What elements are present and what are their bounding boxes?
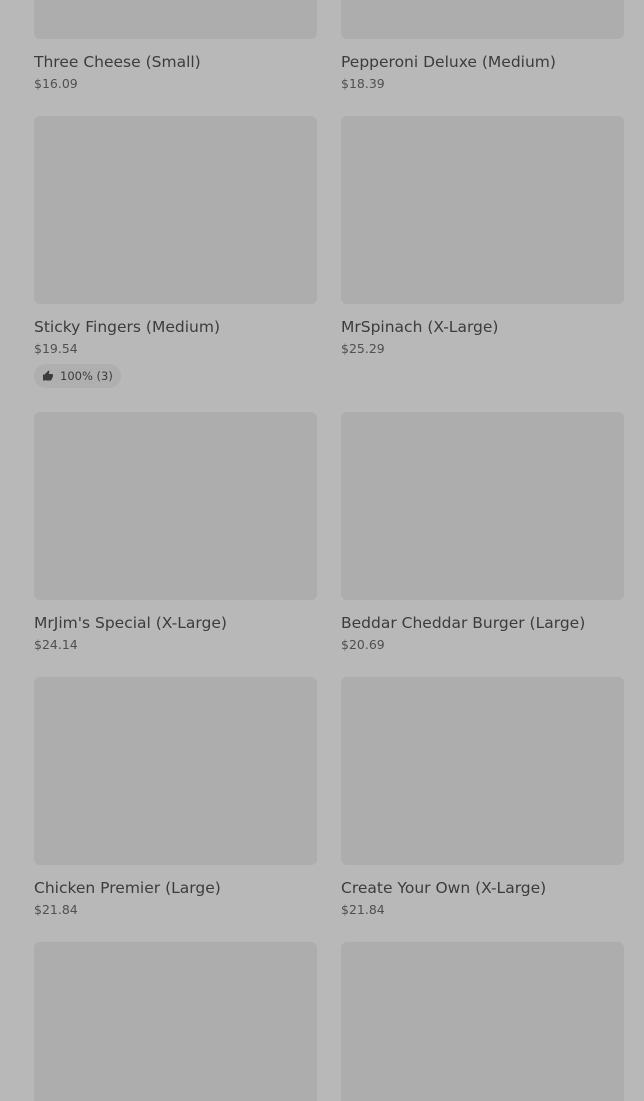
menu-item-image[interactable]: [34, 677, 317, 865]
menu-item-image[interactable]: [34, 942, 317, 1101]
menu-item-price: $21.84: [341, 902, 385, 917]
menu-page: Three Cheese (Small) $16.09 Pepperoni De…: [0, 0, 644, 1101]
menu-item-price: $24.14: [34, 637, 78, 652]
menu-item-name: Create Your Own (X-Large): [341, 879, 547, 897]
menu-item-image[interactable]: [341, 0, 624, 39]
menu-item-price: $25.29: [341, 341, 385, 356]
menu-item-card[interactable]: [34, 942, 317, 1101]
menu-item-card[interactable]: Beddar Cheddar Burger (Large) $20.69: [341, 412, 624, 677]
rating-badge: 100% (3): [34, 364, 121, 388]
menu-item-image[interactable]: [341, 677, 624, 865]
menu-item-card[interactable]: Sticky Fingers (Medium) $19.54 100% (3): [34, 116, 317, 412]
menu-item-card[interactable]: Three Cheese (Small) $16.09: [34, 0, 317, 116]
menu-item-name: Three Cheese (Small): [34, 53, 201, 71]
menu-item-image[interactable]: [341, 412, 624, 600]
menu-item-card[interactable]: Chicken Premier (Large) $21.84: [34, 677, 317, 942]
menu-item-price: $20.69: [341, 637, 385, 652]
menu-item-image[interactable]: [341, 942, 624, 1101]
menu-item-price: $21.84: [34, 902, 78, 917]
menu-item-image[interactable]: [34, 412, 317, 600]
menu-item-name: Chicken Premier (Large): [34, 879, 221, 897]
menu-item-image[interactable]: [341, 116, 624, 304]
menu-item-name: Sticky Fingers (Medium): [34, 318, 221, 336]
menu-item-name: MrSpinach (X-Large): [341, 318, 499, 336]
menu-item-image[interactable]: [34, 116, 317, 304]
menu-item-name: Beddar Cheddar Burger (Large): [341, 614, 586, 632]
menu-item-card[interactable]: [341, 942, 624, 1101]
menu-item-name: Pepperoni Deluxe (Medium): [341, 53, 556, 71]
menu-item-price: $16.09: [34, 76, 78, 91]
menu-item-price: $18.39: [341, 76, 385, 91]
thumbs-up-icon: [42, 370, 54, 382]
menu-item-card[interactable]: Pepperoni Deluxe (Medium) $18.39: [341, 0, 624, 116]
menu-item-card[interactable]: Create Your Own (X-Large) $21.84: [341, 677, 624, 942]
menu-item-name: MrJim's Special (X-Large): [34, 614, 227, 632]
menu-item-card[interactable]: MrJim's Special (X-Large) $24.14: [34, 412, 317, 677]
rating-text: 100% (3): [60, 369, 113, 383]
menu-item-price: $19.54: [34, 341, 78, 356]
menu-item-image[interactable]: [34, 0, 317, 39]
menu-item-grid: Three Cheese (Small) $16.09 Pepperoni De…: [34, 0, 624, 1101]
menu-item-card[interactable]: MrSpinach (X-Large) $25.29: [341, 116, 624, 412]
